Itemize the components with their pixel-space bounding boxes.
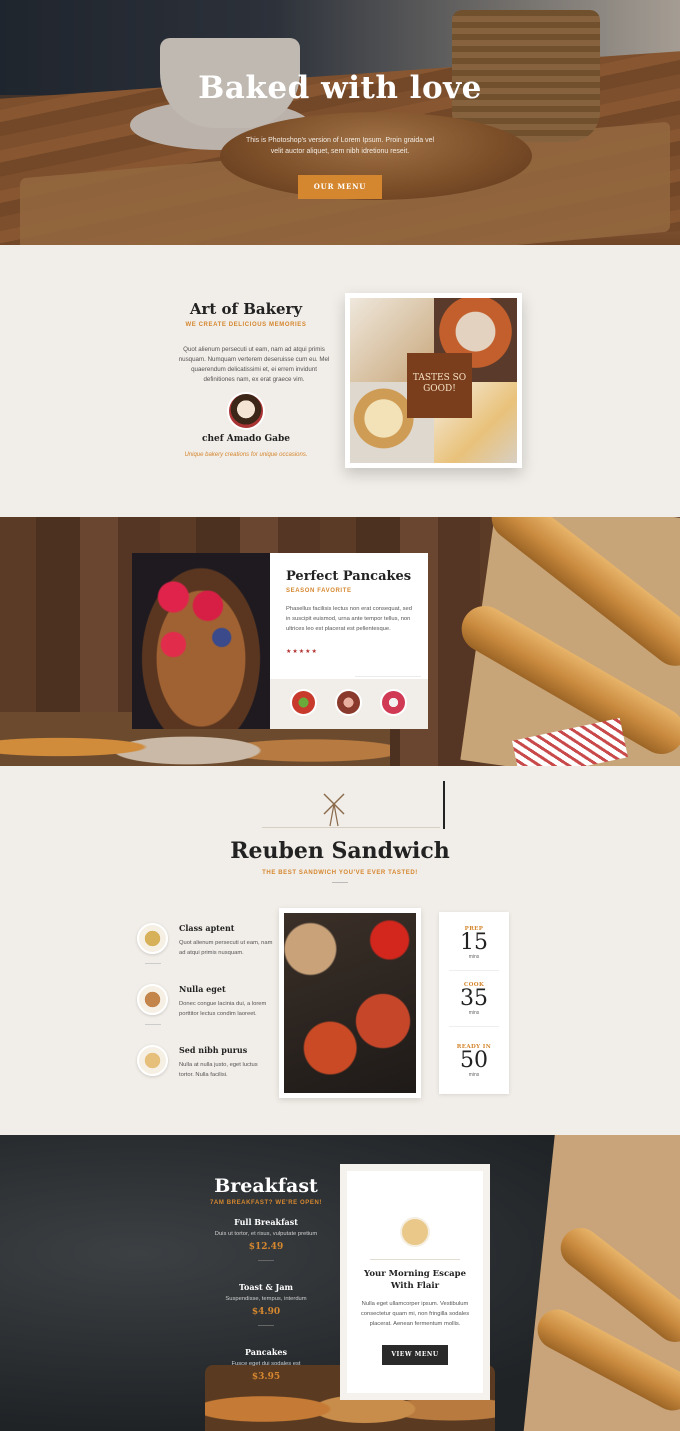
menu-item: Pancakes Fusce eget dui sodales est $3.9… bbox=[186, 1347, 346, 1382]
morning-escape-card: Your Morning Escape With Flair Nulla ege… bbox=[340, 1164, 490, 1400]
time-block: READY IN 50 mins bbox=[439, 1044, 509, 1078]
feature-separator bbox=[145, 1024, 161, 1025]
bakery-collage: TASTES SO GOOD! bbox=[345, 293, 522, 468]
art-body-text: Quot alienum persecuti ut eam, nam ad at… bbox=[178, 346, 330, 383]
menu-item-desc: Fusce eget dui sodales est bbox=[231, 1361, 301, 1367]
menu-item-price: $3.95 bbox=[251, 1372, 281, 1382]
village-sketch bbox=[355, 633, 421, 677]
time-divider bbox=[449, 1026, 499, 1027]
decor-horizon-line bbox=[262, 827, 440, 828]
hero-overlay bbox=[0, 0, 680, 245]
view-menu-button[interactable]: VIEW MENU bbox=[382, 1345, 448, 1365]
time-unit: mins bbox=[468, 954, 480, 960]
hero-section: Baked with love This is Photoshop's vers… bbox=[0, 0, 680, 245]
feature-title: Sed nibh purus bbox=[179, 1045, 248, 1055]
feature-separator bbox=[145, 963, 161, 964]
menu-item-name: Pancakes bbox=[245, 1347, 287, 1357]
menu-item-desc: Duis ut tortor, et risus, vulputate pret… bbox=[214, 1231, 318, 1237]
feature-icon bbox=[137, 1045, 168, 1076]
feature-title: Class aptent bbox=[179, 923, 235, 933]
pancakes-thumbnails bbox=[270, 679, 428, 729]
time-value: 50 bbox=[460, 1048, 488, 1073]
menu-item-separator bbox=[258, 1260, 274, 1261]
chef-name: chef Amado Gabe bbox=[201, 434, 291, 444]
pancakes-subtitle: SEASON FAVORITE bbox=[286, 588, 352, 594]
menu-item: Toast & Jam Suspendisse, tempus, interdu… bbox=[186, 1282, 346, 1326]
breakfast-title: Breakfast bbox=[214, 1175, 318, 1197]
pancakes-photo bbox=[132, 553, 270, 729]
feature-icon bbox=[137, 923, 168, 954]
menu-item-name: Full Breakfast bbox=[234, 1217, 298, 1227]
thumbnail-berries[interactable] bbox=[380, 689, 407, 716]
decor-vertical-line bbox=[443, 781, 445, 829]
card-rule bbox=[370, 1259, 460, 1260]
rating-stars: ★★★★★ bbox=[286, 649, 318, 655]
menu-item-desc: Suspendisse, tempus, interdum bbox=[225, 1296, 307, 1302]
reuben-title: Reuben Sandwich bbox=[230, 838, 450, 864]
reuben-subtitle: THE BEST SANDWICH YOU'VE EVER TASTED! bbox=[262, 870, 418, 876]
time-unit: mins bbox=[468, 1072, 480, 1078]
cook-times-panel: PREP 15 mins COOK 35 mins READY IN 50 mi… bbox=[439, 912, 509, 1094]
menu-item-name: Toast & Jam bbox=[239, 1282, 293, 1292]
time-value: 15 bbox=[460, 930, 488, 955]
card-body-text: Nulla eget ullamcorper ipsum. Vestibulum… bbox=[360, 1301, 470, 1327]
thumbnail-fruit[interactable] bbox=[335, 689, 362, 716]
chef-tagline: Unique bakery creations for unique occas… bbox=[184, 452, 308, 458]
feature-title: Nulla eget bbox=[179, 984, 226, 994]
art-subtitle: WE CREATE DELICIOUS MEMORIES bbox=[185, 322, 307, 328]
time-block: COOK 35 mins bbox=[439, 982, 509, 1016]
feature-icon bbox=[137, 984, 168, 1015]
hero-text: This is Photoshop's version of Lorem Ips… bbox=[245, 137, 435, 155]
time-unit: mins bbox=[468, 1010, 480, 1016]
time-divider bbox=[449, 970, 499, 971]
reuben-photo bbox=[279, 908, 421, 1098]
windmill-icon bbox=[323, 793, 345, 827]
hero-title: Baked with love bbox=[198, 70, 482, 106]
feature-text: Nulla at nulla justo, eget luctus tortor… bbox=[179, 1062, 258, 1078]
tastes-so-good-badge: TASTES SO GOOD! bbox=[407, 353, 472, 418]
menu-item-price: $12.49 bbox=[248, 1242, 284, 1252]
menu-item-separator bbox=[258, 1325, 274, 1326]
time-block: PREP 15 mins bbox=[439, 926, 509, 960]
menu-item-price: $4.90 bbox=[251, 1307, 281, 1317]
card-title: Your Morning Escape With Flair bbox=[364, 1269, 466, 1291]
reuben-divider bbox=[332, 882, 348, 883]
thumbnail-salad[interactable] bbox=[290, 689, 317, 716]
our-menu-button[interactable]: OUR MENU bbox=[298, 175, 382, 199]
chef-avatar bbox=[227, 392, 265, 430]
feature-text: Donec congue lacinia dui, a lorem portti… bbox=[179, 1001, 267, 1017]
bakery-logo-icon bbox=[400, 1217, 430, 1247]
pancakes-title: Perfect Pancakes bbox=[286, 569, 412, 584]
breakfast-subtitle: 7AM BREAKFAST? WE'RE OPEN! bbox=[209, 1200, 323, 1206]
feature-text: Quot alienum persecuti ut eam, nam ad at… bbox=[179, 940, 273, 956]
pancakes-body-text: Phasellus facilisis lectus non erat cons… bbox=[286, 606, 412, 632]
pancakes-card: Perfect Pancakes SEASON FAVORITE Phasell… bbox=[270, 553, 428, 729]
art-of-bakery-title: Art of Bakery bbox=[189, 300, 303, 318]
menu-item: Full Breakfast Duis ut tortor, et risus,… bbox=[186, 1217, 346, 1261]
time-value: 35 bbox=[460, 986, 488, 1011]
